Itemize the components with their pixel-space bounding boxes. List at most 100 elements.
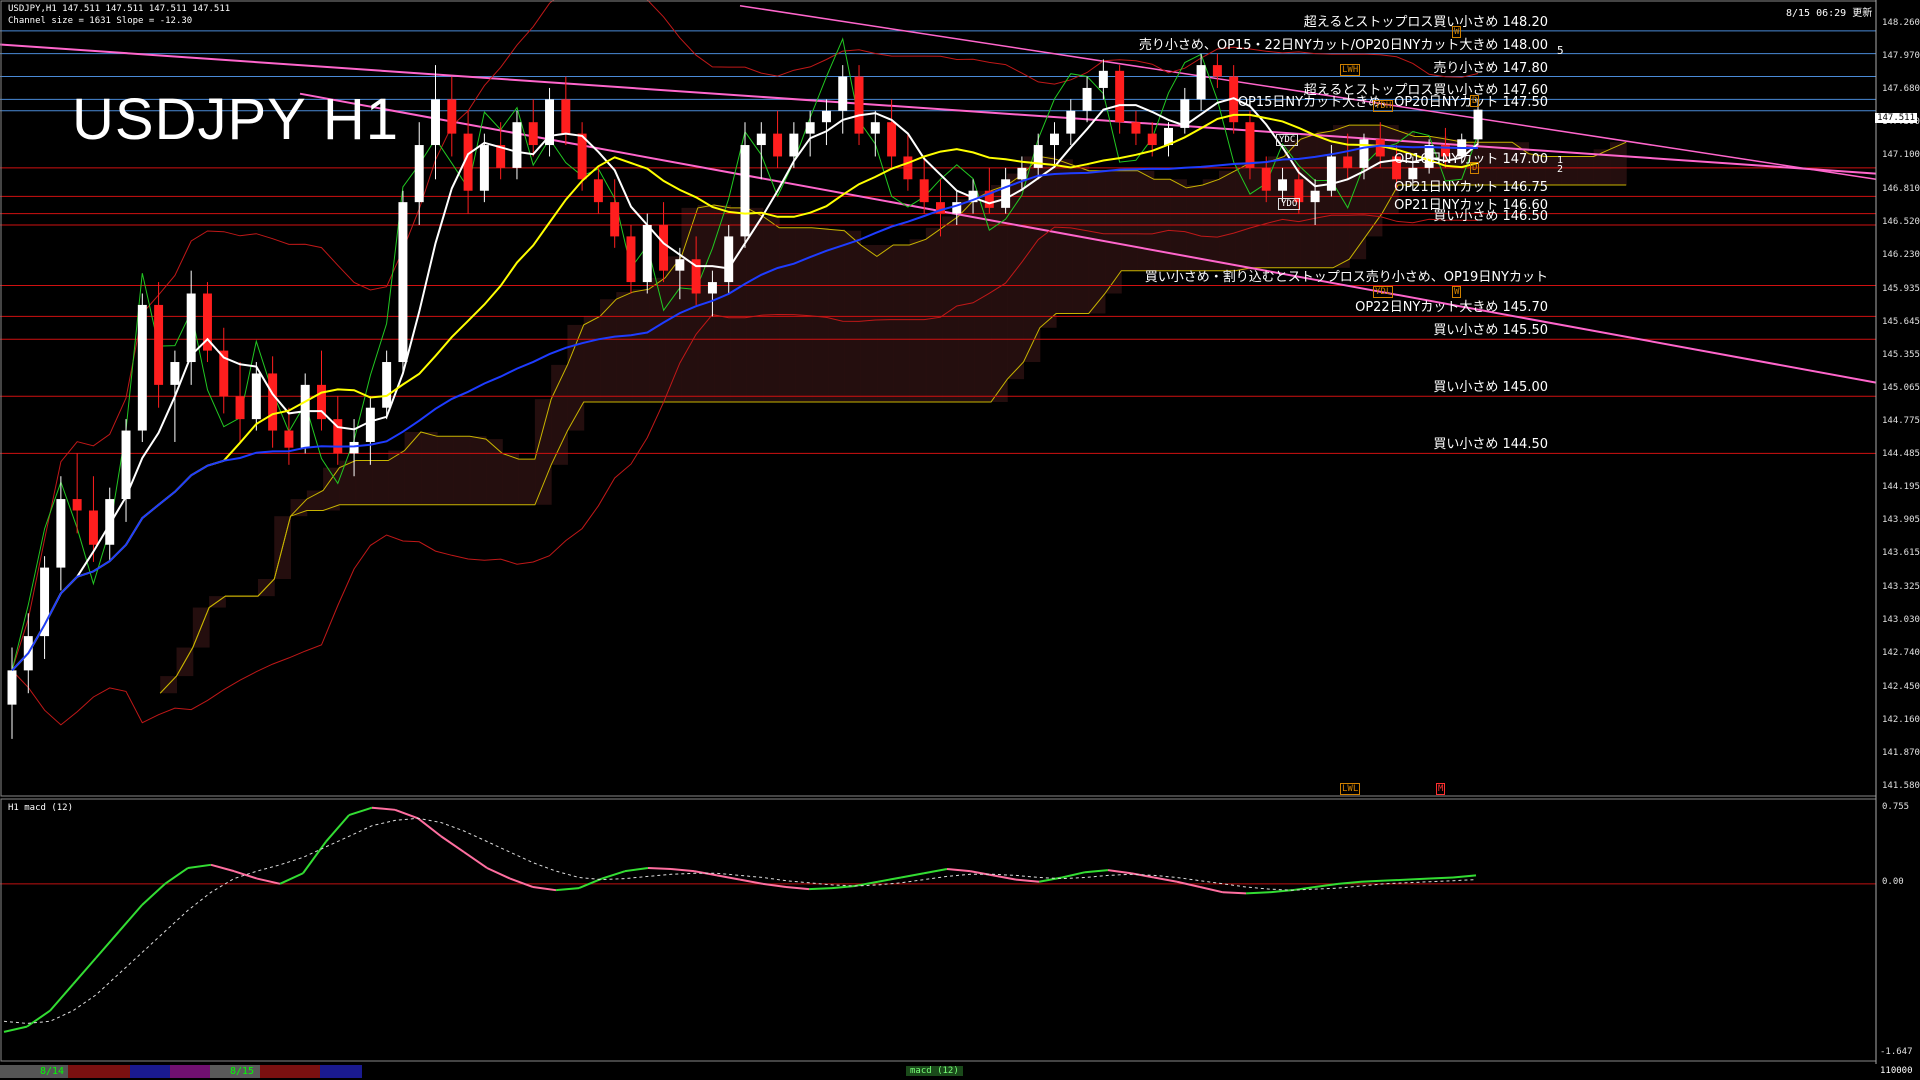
date-chip-7 (320, 1065, 362, 1078)
level-annotation: 買い小さめ 145.50 (1433, 323, 1548, 339)
candle-bull (805, 122, 815, 134)
cloud-segment (518, 459, 536, 505)
price-axis-tick: 147.970 (1882, 51, 1920, 62)
d-marker-bottom: D (1470, 162, 1480, 174)
price-axis-tick: 143.030 (1882, 615, 1920, 626)
lwl-marker: LWL (1340, 783, 1361, 795)
cloud-segment (1561, 156, 1578, 186)
candle-bear (561, 99, 571, 134)
price-axis-tick: 144.485 (1882, 449, 1920, 460)
cloud-segment (762, 216, 780, 402)
candle-bear (1261, 167, 1271, 191)
candle-bull (642, 224, 652, 283)
candle-bull (398, 202, 408, 363)
cloud-segment (502, 453, 520, 505)
candle-bear (626, 236, 636, 283)
candle-bear (1343, 156, 1353, 168)
candle-bear (1245, 122, 1255, 168)
candle-bull (137, 304, 147, 431)
price-axis-tick: 145.065 (1882, 382, 1920, 393)
candle-bull (1326, 156, 1336, 191)
candle-bull (512, 122, 522, 168)
cloud-segment (1137, 170, 1155, 271)
candle-bull (365, 407, 375, 442)
m-marker: M (1436, 783, 1446, 795)
candle-bull (1050, 133, 1059, 146)
candle-bear (854, 76, 864, 134)
candle-bull (300, 384, 310, 448)
candle-bear (1131, 122, 1141, 134)
ydc-marker: YDC (1276, 134, 1299, 146)
level-5-label: 5 (1557, 44, 1564, 57)
candle-bear (1375, 139, 1385, 157)
level-annotation: 売り小さめ、OP15・22日NYカット/OP20日NYカット大きめ 148.00 (1138, 37, 1548, 53)
macd-axis-top: 0.755 (1882, 802, 1910, 812)
level-annotation: 買い小さめ・割り込むとストップロス売り小さめ、OP19日NYカット (1144, 269, 1548, 285)
price-axis-tick: 143.905 (1882, 515, 1920, 526)
macd-line-segment (1429, 876, 1454, 880)
macd-chip[interactable]: macd (12) (906, 1066, 963, 1076)
price-axis-tick: 146.810 (1882, 183, 1920, 194)
price-axis-tick: 142.160 (1882, 714, 1920, 725)
level-annotation: OP21日NYカット 146.75 (1394, 180, 1548, 196)
symbol-info: USDJPY,H1 147.511 147.511 147.511 147.51… (8, 4, 231, 14)
candle-bull (431, 99, 440, 146)
price-axis-tick: 146.520 (1882, 216, 1920, 227)
candle-bear (235, 396, 245, 420)
price-axis-tick: 143.325 (1882, 581, 1920, 592)
price-axis-tick: 142.450 (1882, 681, 1920, 692)
candle-bear (284, 430, 294, 448)
price-chart[interactable] (0, 0, 1920, 1080)
candle-bull (105, 499, 115, 545)
candle-bear (154, 304, 164, 385)
date-chip-3 (130, 1065, 170, 1078)
level-annotation: 売り小さめ 147.80 (1433, 60, 1548, 76)
price-axis-tick: 145.355 (1882, 349, 1920, 360)
candle-bull (479, 145, 489, 191)
cloud-segment (404, 431, 422, 505)
price-axis-tick: 147.680 (1882, 84, 1920, 95)
lwh-marker: LWH (1340, 64, 1361, 76)
cloud-segment (876, 244, 894, 402)
cloud-segment (990, 185, 1008, 402)
candle-bear (1147, 133, 1157, 146)
candle-bull (1278, 179, 1288, 191)
macd-line-segment (1406, 877, 1431, 881)
level-2-label: 2 (1557, 164, 1564, 175)
cloud-segment (306, 490, 324, 511)
date-label-814: 8/14 (40, 1066, 65, 1077)
cloud-segment (1056, 159, 1073, 314)
candle-bull (1196, 65, 1206, 100)
candle-bull (870, 122, 880, 134)
candle-bear (528, 122, 538, 146)
cloud-segment (942, 216, 959, 402)
date-chip-2 (68, 1065, 130, 1078)
candle-bear (88, 510, 98, 545)
channel-info: Channel size = 1631 Slope = -12.30 (8, 16, 193, 26)
candle-bull (1473, 109, 1483, 140)
cloud-segment (1072, 165, 1090, 314)
cloud-segment (551, 364, 568, 465)
cloud-segment (486, 439, 503, 505)
w-marker-top: W (1452, 26, 1462, 38)
candle-bull (251, 373, 261, 420)
candle-bull (675, 259, 685, 271)
macd-line-segment (647, 866, 672, 871)
d-marker-top: D (1470, 95, 1480, 107)
candle-bull (349, 441, 359, 454)
macd-axis-bottom: -1.647 (1880, 1047, 1913, 1057)
cloud-segment (583, 316, 601, 402)
candle-bear (1212, 65, 1222, 77)
macd-axis-zero: 0.00 (1882, 877, 1904, 887)
candle-bear (593, 179, 603, 203)
level-annotation: 買い小さめ 144.50 (1433, 437, 1548, 453)
w-marker-bottom: W (1452, 286, 1462, 298)
cloud-segment (828, 229, 845, 402)
ydl-marker: YDL (1373, 286, 1394, 298)
price-axis-tick: 147.100 (1882, 150, 1920, 161)
cloud-segment (1104, 170, 1122, 294)
macd-label: H1 macd (12) (8, 803, 74, 813)
cloud-segment (420, 431, 438, 505)
candle-bull (1359, 139, 1369, 168)
date-chip-4 (170, 1065, 210, 1078)
